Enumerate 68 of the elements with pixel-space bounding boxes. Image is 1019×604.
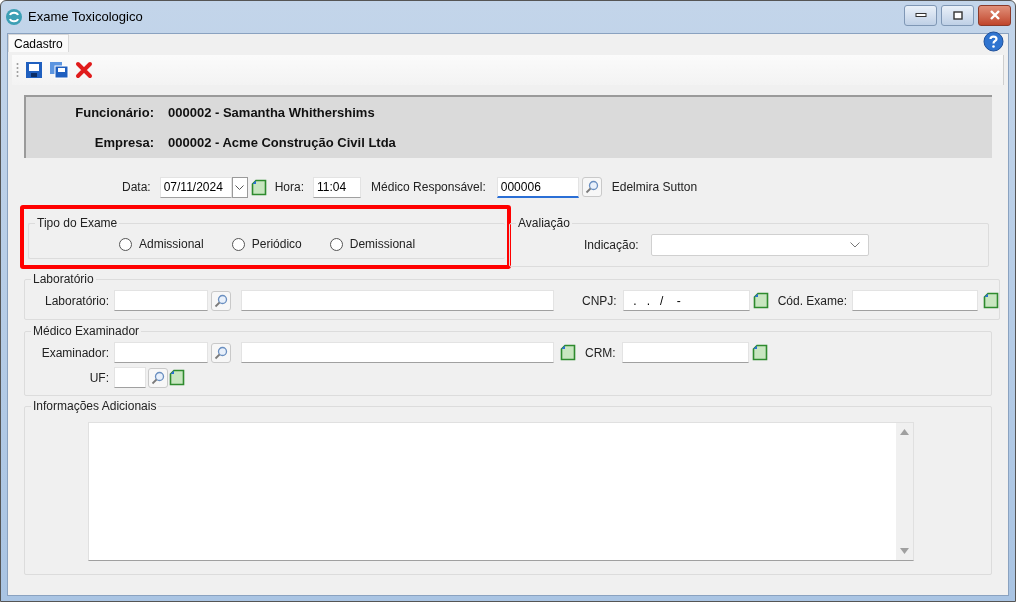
field-label: Indicação: [584, 237, 639, 254]
input-field[interactable] [241, 342, 554, 363]
chevron-down-icon [849, 242, 860, 248]
dropdown-field[interactable] [650, 234, 869, 256]
close-button[interactable] [978, 4, 1011, 26]
radio-option[interactable]: Periódico [231, 235, 302, 253]
minimize-icon [914, 12, 927, 18]
radio-option[interactable]: Admissional [119, 235, 204, 253]
field-label: CRM: [585, 344, 616, 362]
group-title: Laboratório [32, 271, 95, 288]
field-label: Cód. Exame: [777, 292, 848, 310]
maximize-button[interactable] [941, 4, 974, 26]
search-icon [214, 345, 228, 360]
note-icon[interactable] [983, 292, 1000, 309]
group-title: Tipo do Exame [36, 215, 119, 232]
group-title: Médico Examinador [32, 323, 141, 340]
note-icon[interactable] [250, 178, 267, 196]
doctor-name: Edelmira Sutton [611, 179, 698, 196]
minimize-button[interactable] [904, 4, 937, 26]
vertical-scrollbar[interactable] [896, 423, 913, 560]
note-icon[interactable] [752, 292, 769, 309]
close-icon [988, 10, 1001, 20]
tab[interactable]: Cadastro [8, 34, 69, 52]
scroll-down-icon[interactable] [900, 548, 909, 554]
chevron-down-icon [235, 184, 245, 190]
input-field[interactable]: 11:04 [313, 176, 362, 198]
note-icon[interactable] [560, 344, 576, 361]
save-copy-icon[interactable] [49, 61, 69, 79]
search-button[interactable] [581, 177, 602, 197]
field-label: UF: [88, 369, 109, 387]
input-field[interactable] [241, 290, 554, 311]
scroll-up-icon[interactable] [900, 429, 909, 435]
delete-icon[interactable] [75, 61, 93, 79]
search-button[interactable] [211, 342, 231, 363]
note-icon[interactable] [169, 369, 185, 386]
input-field[interactable] [114, 290, 208, 311]
input-field[interactable] [114, 367, 146, 388]
group-title: Informações Adicionais [32, 398, 158, 415]
field-label: Laboratório: [43, 292, 109, 310]
toolbar-grip-icon [16, 62, 19, 78]
input-field[interactable] [114, 342, 208, 363]
search-button[interactable] [148, 367, 168, 388]
field-label: Médico Responsável: [371, 179, 486, 196]
search-icon [214, 293, 228, 308]
header-value: 000002 - Samantha Whithershims [168, 104, 375, 122]
group-title: Avaliação [517, 215, 571, 232]
header-value: 000002 - Acme Construção Civil Ltda [168, 133, 396, 152]
search-button[interactable] [211, 290, 231, 311]
header-label: Funcionário: [74, 104, 154, 122]
input-field[interactable]: 07/11/2024 [159, 176, 232, 198]
field-label: Hora: [274, 179, 305, 196]
help-icon[interactable] [983, 31, 1004, 52]
save-icon[interactable] [25, 61, 43, 79]
input-field[interactable]: . . / - [622, 290, 750, 311]
header-label: Empresa: [93, 133, 154, 152]
field-label: CNPJ: [582, 292, 617, 310]
field-label: Data: [122, 179, 151, 196]
radio-option[interactable]: Demissional [329, 235, 416, 253]
window-title: Exame Toxicologico [28, 8, 143, 27]
search-icon [584, 180, 599, 194]
search-icon [151, 370, 165, 385]
input-field[interactable] [852, 290, 979, 311]
note-icon[interactable] [751, 344, 768, 361]
app-logo-icon [5, 8, 23, 26]
field-label: Examinador: [40, 344, 109, 362]
input-field[interactable] [621, 342, 749, 363]
maximize-icon [952, 10, 963, 20]
input-field[interactable]: 000006 [496, 176, 579, 198]
